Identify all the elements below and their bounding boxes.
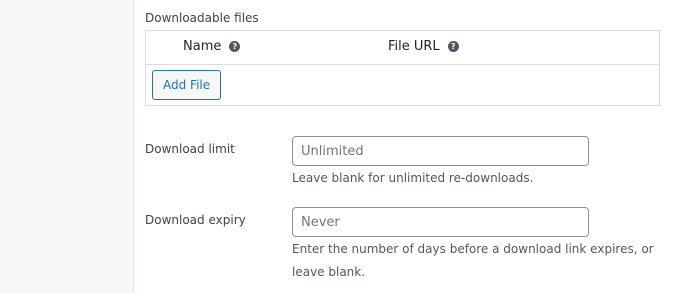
download-expiry-label: Download expiry	[145, 213, 246, 227]
download-expiry-description-line2: leave blank.	[292, 265, 366, 279]
column-name-label: Name	[183, 39, 222, 54]
download-limit-input[interactable]	[292, 136, 589, 166]
download-limit-description: Leave blank for unlimited re-downloads.	[292, 171, 534, 185]
download-expiry-description-line1: Enter the number of days before a downlo…	[292, 242, 654, 256]
column-name-header: Name ?	[183, 39, 241, 54]
column-file-url-label: File URL	[388, 39, 440, 54]
files-table-header: Name ? File URL ?	[146, 31, 659, 65]
download-expiry-input[interactable]	[292, 207, 589, 237]
downloadable-files-label: Downloadable files	[145, 11, 259, 25]
name-help-icon[interactable]: ?	[229, 41, 241, 52]
downloadable-files-table: Name ? File URL ? Add File	[145, 30, 660, 106]
add-file-button[interactable]: Add File	[152, 70, 222, 100]
column-file-url-header: File URL ?	[388, 39, 459, 54]
left-gutter	[0, 0, 134, 293]
file-url-help-icon[interactable]: ?	[447, 41, 459, 52]
download-limit-label: Download limit	[145, 142, 235, 156]
